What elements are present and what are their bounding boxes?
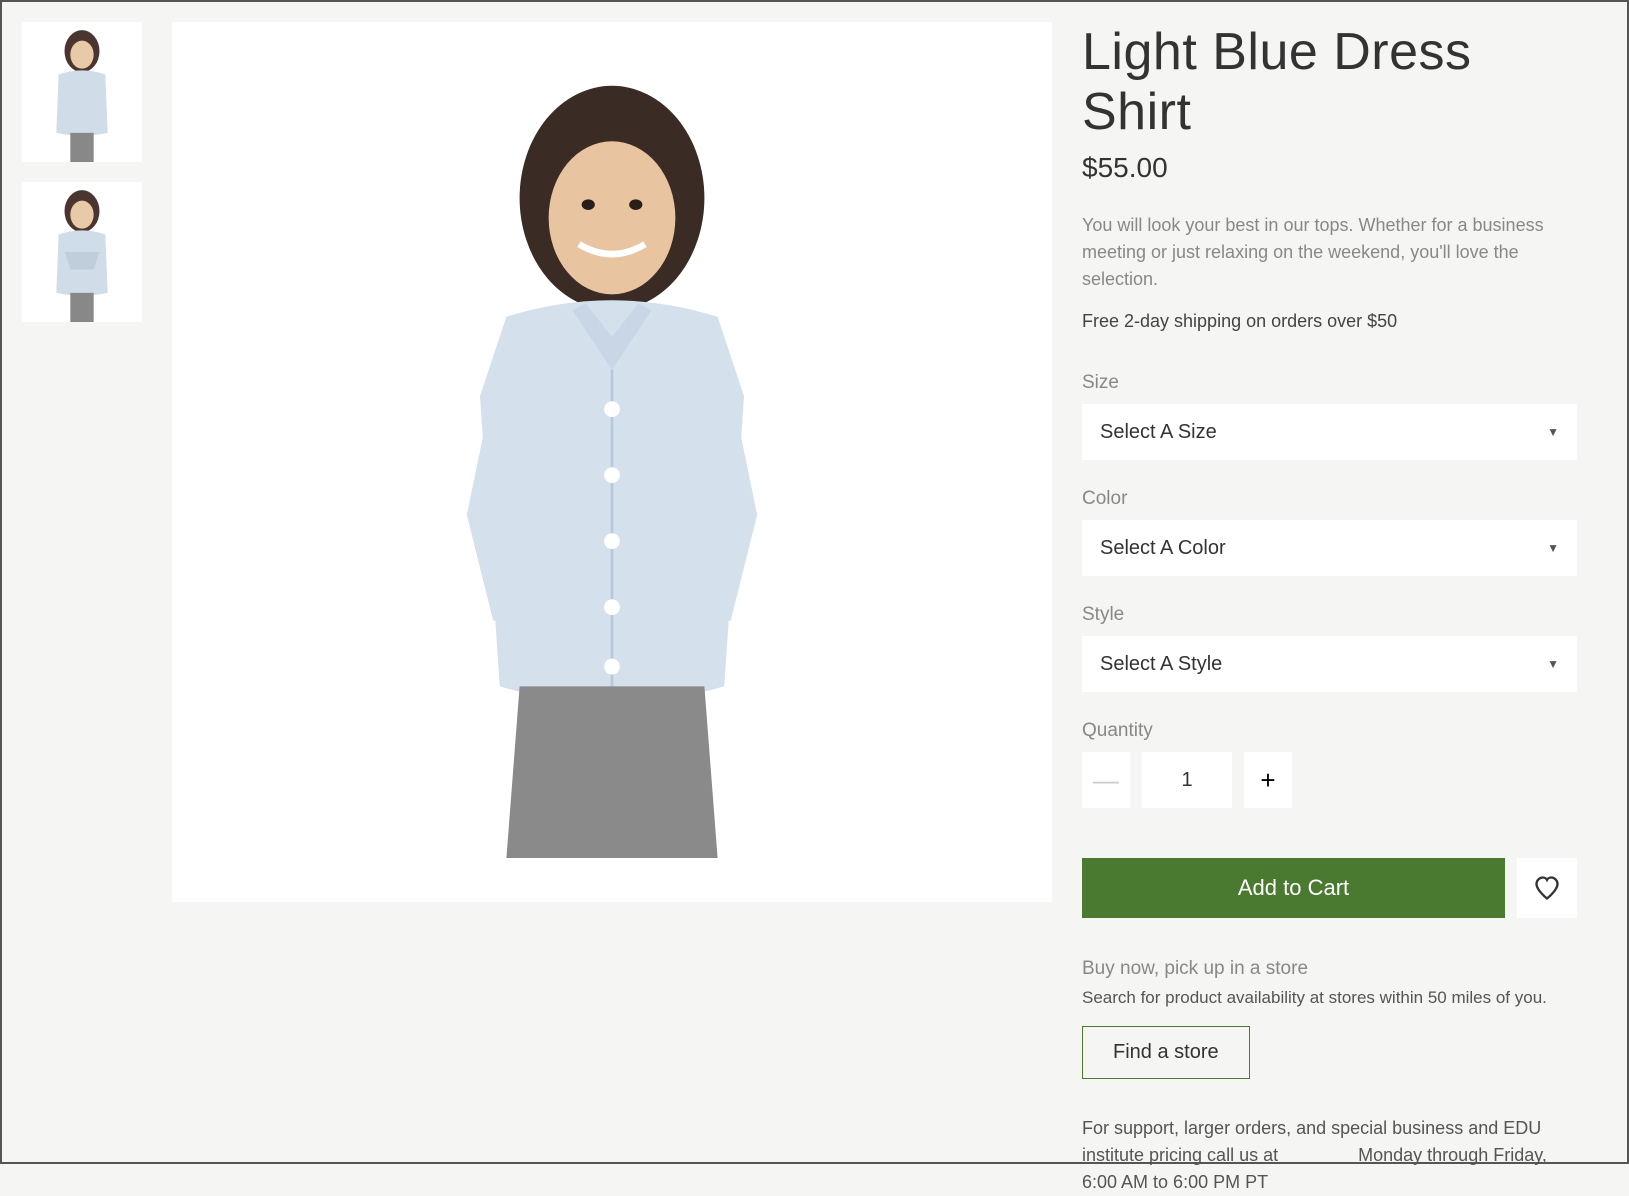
thumbnail-list bbox=[22, 22, 142, 1142]
style-select[interactable]: Select A Style ▼ bbox=[1082, 636, 1577, 692]
size-select[interactable]: Select A Size ▼ bbox=[1082, 404, 1577, 460]
color-select[interactable]: Select A Color ▼ bbox=[1082, 520, 1577, 576]
wishlist-button[interactable] bbox=[1517, 858, 1577, 918]
size-label: Size bbox=[1082, 372, 1577, 394]
add-to-cart-button[interactable]: Add to Cart bbox=[1082, 858, 1505, 918]
quantity-value: 1 bbox=[1142, 752, 1232, 808]
quantity-stepper: — 1 + bbox=[1082, 752, 1577, 808]
chevron-down-icon: ▼ bbox=[1547, 657, 1559, 671]
color-label: Color bbox=[1082, 488, 1577, 510]
heart-icon bbox=[1533, 874, 1561, 902]
pickup-title: Buy now, pick up in a store bbox=[1082, 958, 1577, 980]
find-store-button[interactable]: Find a store bbox=[1082, 1026, 1250, 1079]
pickup-description: Search for product availability at store… bbox=[1082, 988, 1577, 1008]
quantity-decrease-button[interactable]: — bbox=[1082, 752, 1130, 808]
shipping-note: Free 2-day shipping on orders over $50 bbox=[1082, 311, 1577, 332]
quantity-increase-button[interactable]: + bbox=[1244, 752, 1292, 808]
chevron-down-icon: ▼ bbox=[1547, 541, 1559, 555]
product-price: $55.00 bbox=[1082, 152, 1577, 184]
product-details: Light Blue Dress Shirt $55.00 You will l… bbox=[1082, 22, 1607, 1142]
thumbnail-1[interactable] bbox=[22, 22, 142, 162]
quantity-label: Quantity bbox=[1082, 720, 1577, 742]
style-select-value: Select A Style bbox=[1100, 653, 1222, 676]
style-label: Style bbox=[1082, 604, 1577, 626]
product-description: You will look your best in our tops. Whe… bbox=[1082, 212, 1577, 293]
color-select-value: Select A Color bbox=[1100, 537, 1226, 560]
product-title: Light Blue Dress Shirt bbox=[1082, 22, 1577, 142]
support-phone-placeholder bbox=[1283, 1145, 1353, 1165]
product-main-image bbox=[172, 22, 1052, 902]
size-select-value: Select A Size bbox=[1100, 421, 1217, 444]
support-text: For support, larger orders, and special … bbox=[1082, 1115, 1577, 1196]
chevron-down-icon: ▼ bbox=[1547, 425, 1559, 439]
thumbnail-2[interactable] bbox=[22, 182, 142, 322]
